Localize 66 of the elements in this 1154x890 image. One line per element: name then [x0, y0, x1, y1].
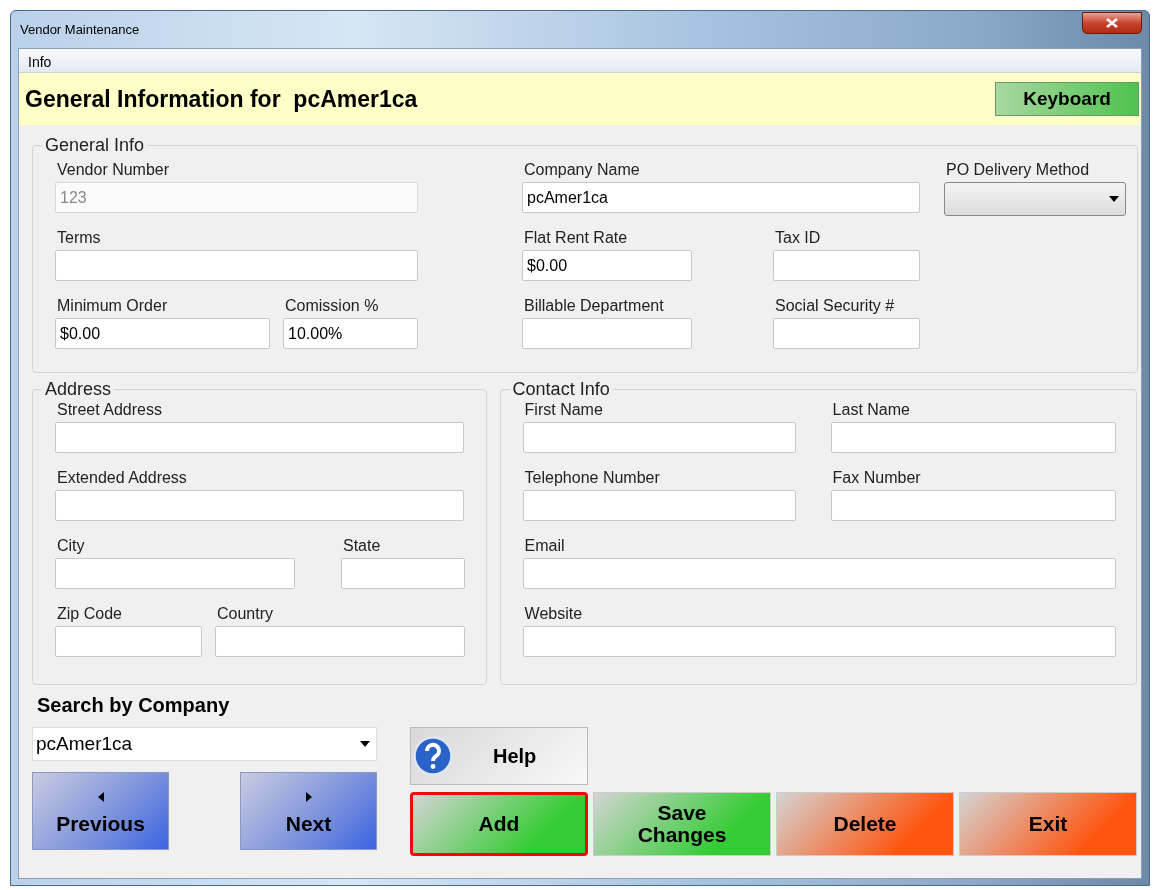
field-label: Comission %: [284, 296, 380, 316]
input-field[interactable]: [830, 422, 1116, 453]
field-label: Country: [216, 604, 275, 624]
caret-icon: [360, 741, 370, 747]
input-field[interactable]: [773, 250, 920, 281]
input-field[interactable]: [55, 490, 464, 521]
input-field[interactable]: [522, 490, 796, 521]
field-label: Tax ID: [774, 228, 822, 248]
input-field[interactable]: pcAmer1ca: [522, 182, 920, 213]
close-icon: [1106, 17, 1118, 28]
field-label: Extended Address: [56, 468, 188, 488]
field-label: Flat Rent Rate: [523, 228, 629, 248]
next-button[interactable]: Next: [240, 772, 377, 850]
help-icon: [413, 736, 453, 776]
input-field[interactable]: [341, 558, 465, 589]
field-label: Street Address: [56, 400, 163, 420]
header-title: General Information for pcAmer1ca: [25, 85, 418, 113]
input-field[interactable]: [215, 626, 465, 657]
group-title: General Info: [44, 135, 146, 156]
close-button[interactable]: [1082, 11, 1142, 34]
field-label: Last Name: [831, 400, 911, 420]
input-field[interactable]: $0.00: [55, 318, 270, 349]
field-label: Telephone Number: [523, 468, 661, 488]
input-field[interactable]: $0.00: [522, 250, 692, 281]
field-label: Email: [523, 536, 566, 556]
field-label: PO Delivery Method: [945, 160, 1091, 180]
field-label: State: [342, 536, 382, 556]
input-field[interactable]: [522, 318, 692, 349]
field-label: Fax Number: [831, 468, 922, 488]
keyboard-button[interactable]: Keyboard: [995, 82, 1139, 116]
field-label: Billable Department: [523, 296, 665, 316]
field-label: Zip Code: [56, 604, 123, 624]
input-field[interactable]: [522, 558, 1116, 589]
field-label: Social Security #: [774, 296, 896, 316]
search-combo-box[interactable]: pcAmer1ca: [32, 727, 377, 761]
dropdown[interactable]: [944, 182, 1126, 216]
field-label: Company Name: [523, 160, 641, 180]
action-button[interactable]: Save Changes: [593, 792, 771, 856]
caret-icon: [1109, 196, 1119, 202]
action-button[interactable]: Delete: [776, 792, 954, 856]
input-field[interactable]: [773, 318, 920, 349]
group-title: Contact Info: [511, 379, 611, 400]
input-field[interactable]: [55, 250, 418, 281]
input-field[interactable]: 10.00%: [283, 318, 418, 349]
field-label: City: [56, 536, 86, 556]
left-arrow-icon: [97, 792, 104, 802]
input-field[interactable]: [55, 422, 464, 453]
input-field[interactable]: [55, 558, 295, 589]
action-button[interactable]: Exit: [959, 792, 1137, 856]
action-button[interactable]: Add: [410, 792, 588, 856]
menu-item[interactable]: Info: [28, 54, 52, 70]
search-label: Search by Company: [36, 693, 231, 718]
window-title: Vendor Maintenance: [19, 22, 140, 37]
field-label: Vendor Number: [56, 160, 171, 180]
input-field[interactable]: [522, 422, 796, 453]
input-field[interactable]: [830, 490, 1116, 521]
field-label: Minimum Order: [56, 296, 169, 316]
previous-button[interactable]: Previous: [32, 772, 169, 850]
right-arrow-icon: [305, 792, 312, 802]
field-label: First Name: [523, 400, 604, 420]
field-label: Terms: [56, 228, 102, 248]
help-button[interactable]: Help: [410, 727, 588, 785]
group-title: Address: [44, 379, 113, 400]
input-field[interactable]: [55, 626, 202, 657]
field-label: Website: [523, 604, 584, 624]
input-field[interactable]: [522, 626, 1116, 657]
